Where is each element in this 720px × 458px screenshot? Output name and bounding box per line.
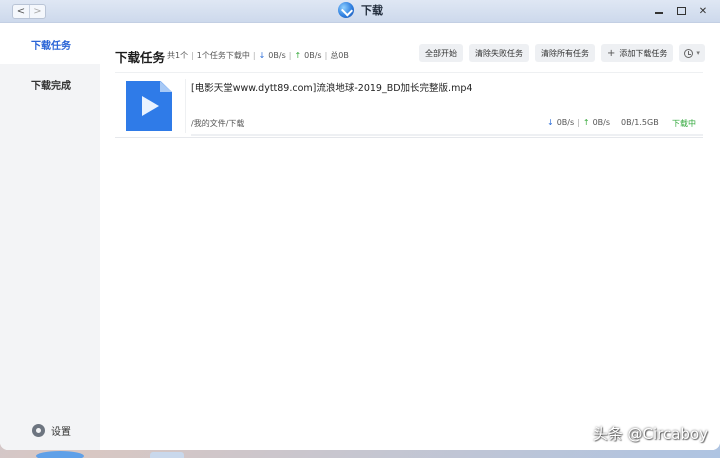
add-task-button[interactable]: + 添加下载任务 xyxy=(601,44,674,62)
main-panel: 下载任务 共1个 | 1个任务下载中 | ↓ 0B/s | ↑ 0B/s | 总0B… xyxy=(101,24,720,450)
play-icon xyxy=(142,96,159,116)
schedule-dropdown-button[interactable]: ▾ xyxy=(679,44,705,62)
toolbar: 全部开始 清除失败任务 清除所有任务 + 添加下载任务 ▾ xyxy=(419,44,705,62)
taskbar-app-icon[interactable] xyxy=(150,452,184,458)
sidebar-item-completed[interactable]: 下载完成 xyxy=(0,64,100,104)
separator: | xyxy=(191,51,194,60)
task-row[interactable]: [电影天堂www.dytt89.com]流浪地球-2019_BD加长完整版.mp… xyxy=(115,72,703,138)
divider xyxy=(185,79,186,133)
taskbar-app-icon[interactable] xyxy=(36,451,84,458)
plus-icon: + xyxy=(607,47,616,59)
download-arrow-icon: ↓ xyxy=(258,51,266,60)
start-all-button[interactable]: 全部开始 xyxy=(419,44,463,62)
close-button[interactable]: ✕ xyxy=(696,4,710,18)
progress-bar xyxy=(191,134,703,136)
page-title: 下载任务 xyxy=(115,50,166,65)
add-task-label: 添加下载任务 xyxy=(619,48,668,58)
upload-arrow-icon: ↑ xyxy=(582,118,590,127)
chevron-down-icon: ▾ xyxy=(696,49,700,57)
maximize-button[interactable] xyxy=(674,4,688,18)
chevron-left-icon: < xyxy=(16,5,26,17)
task-size: 0B/1.5GB xyxy=(621,118,659,127)
sidebar: 下载任务 下载完成 设置 xyxy=(0,24,100,450)
sidebar-item-label: 下载完成 xyxy=(31,80,71,92)
total-count: 共1个 xyxy=(167,51,189,60)
close-icon: ✕ xyxy=(698,5,708,17)
title-bar: < > 下载 ✕ xyxy=(0,0,720,23)
total-size: 总0B xyxy=(330,51,349,60)
task-upload-speed: 0B/s xyxy=(592,118,611,127)
task-speeds: ↓ 0B/s | ↑ 0B/s xyxy=(547,118,610,127)
window-title-group: 下载 xyxy=(338,2,383,18)
clear-failed-button[interactable]: 清除失败任务 xyxy=(469,44,529,62)
gear-icon xyxy=(32,424,45,437)
clock-icon xyxy=(684,48,694,58)
task-file-path: /我的文件/下载 xyxy=(191,119,245,128)
task-file-name: [电影天堂www.dytt89.com]流浪地球-2019_BD加长完整版.mp… xyxy=(191,83,473,94)
task-stats: 共1个 | 1个任务下载中 | ↓ 0B/s | ↑ 0B/s | 总0B xyxy=(167,50,349,61)
download-speed: 0B/s xyxy=(268,51,286,60)
window-title: 下载 xyxy=(361,4,383,17)
separator: | xyxy=(252,51,256,60)
back-button[interactable]: < xyxy=(13,5,29,18)
settings-button[interactable]: 设置 xyxy=(32,423,71,438)
download-arrow-icon: ↓ xyxy=(547,118,554,127)
chevron-right-icon: > xyxy=(33,5,42,17)
downloading-count: 1个任务下载中 xyxy=(196,51,250,60)
separator: | xyxy=(324,51,328,60)
sidebar-item-label: 下载任务 xyxy=(31,40,71,52)
settings-label: 设置 xyxy=(51,427,71,438)
watermark: 头条 @Circaboy xyxy=(592,425,708,443)
sidebar-item-download-tasks[interactable]: 下载任务 xyxy=(0,24,100,64)
download-app-icon xyxy=(338,2,354,18)
upload-arrow-icon: ↑ xyxy=(294,51,302,60)
nav-buttons: < > xyxy=(12,4,46,19)
upload-speed: 0B/s xyxy=(304,51,322,60)
task-download-speed: 0B/s xyxy=(556,118,575,127)
download-window: < > 下载 ✕ 下载任务 下载完成 设置 下载任务 共1个 | 1个任务下载中 xyxy=(0,0,720,450)
clear-all-button[interactable]: 清除所有任务 xyxy=(535,44,595,62)
task-status: 下载中 xyxy=(672,119,696,128)
window-controls: ✕ xyxy=(652,4,710,18)
forward-button[interactable]: > xyxy=(28,5,45,18)
separator: | xyxy=(288,51,292,60)
separator: | xyxy=(577,118,580,127)
minimize-button[interactable] xyxy=(652,4,666,18)
